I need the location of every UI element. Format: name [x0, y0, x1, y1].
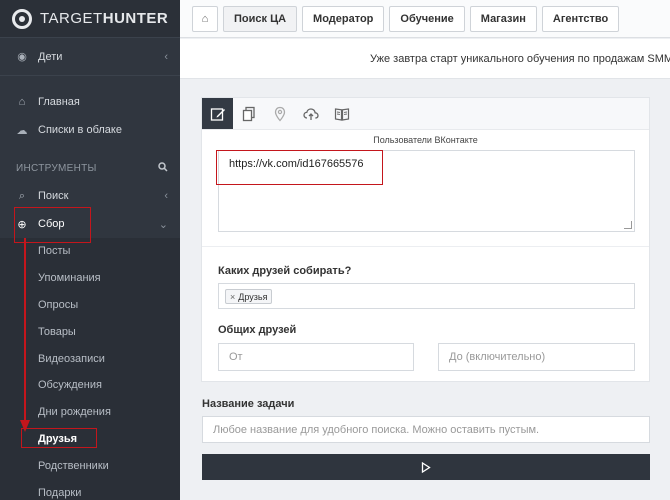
- edit-icon: [210, 107, 225, 121]
- friends-type-select[interactable]: × Друзья: [218, 283, 635, 309]
- top-nav: ⌂ Поиск ЦА Модератор Обучение Магазин Агентс…: [180, 0, 670, 38]
- brand-logo[interactable]: TARGETHUNTER: [0, 0, 180, 38]
- nav-home[interactable]: ⌂ Главная: [0, 88, 180, 116]
- cloud-icon: ☁: [16, 124, 28, 137]
- top-nav-button[interactable]: Поиск ЦА: [223, 5, 298, 32]
- vk-users-textarea[interactable]: https://vk.com/id167665576: [218, 150, 635, 232]
- tab-saved-lists[interactable]: [326, 98, 357, 129]
- chevron-left-icon: ‹: [164, 190, 168, 202]
- project-selector[interactable]: ◉ Дети ‹: [0, 38, 180, 76]
- annotation-arrow: [20, 238, 30, 432]
- zoom-in-icon: ⊕: [17, 218, 27, 231]
- nav-collect[interactable]: ⊕ Сбор ⌄: [0, 210, 180, 238]
- source-tabs: [202, 98, 649, 130]
- tools-section-title: ИНСТРУМЕНТЫ: [0, 154, 180, 182]
- play-icon: [421, 461, 431, 473]
- announcement-banner: Уже завтра старт уникального обучения по…: [180, 39, 670, 79]
- collect-item[interactable]: Подарки: [0, 479, 180, 500]
- cloud-upload-icon: [302, 107, 319, 120]
- task-name-label: Название задачи: [202, 398, 295, 410]
- run-task-button[interactable]: [202, 454, 650, 480]
- brand-name: TARGETHUNTER: [40, 10, 169, 27]
- mutual-to-input[interactable]: [438, 343, 635, 371]
- top-nav-button[interactable]: Обучение: [389, 5, 465, 32]
- nav-collect-label: Сбор: [38, 218, 65, 230]
- home-icon: ⌂: [201, 12, 209, 25]
- vk-users-value: https://vk.com/id167665576: [229, 158, 364, 170]
- search-icon: ⌕: [18, 189, 26, 202]
- friends-tag[interactable]: × Друзья: [225, 289, 273, 304]
- source-caption: Пользователи ВКонтакте: [373, 135, 478, 145]
- remove-tag-icon[interactable]: ×: [230, 292, 235, 302]
- nav-search[interactable]: ⌕ Поиск ‹: [0, 182, 180, 210]
- search-icon[interactable]: [158, 161, 168, 175]
- tab-manual-input[interactable]: [202, 98, 233, 129]
- tab-cloud-upload[interactable]: [295, 98, 326, 129]
- nav-cloud-lists[interactable]: ☁ Списки в облаке: [0, 116, 180, 144]
- location-pin-icon: [274, 106, 285, 121]
- friends-type-label: Каких друзей собирать?: [218, 265, 352, 277]
- section-divider: [202, 246, 649, 247]
- collect-item[interactable]: Родственники: [0, 452, 180, 479]
- top-nav-button[interactable]: Модератор: [302, 5, 385, 32]
- top-nav-button[interactable]: Магазин: [469, 5, 537, 32]
- mutual-friends-label: Общих друзей: [218, 324, 297, 336]
- home-button[interactable]: ⌂: [192, 5, 218, 32]
- friends-tag-label: Друзья: [238, 291, 268, 302]
- collect-friends-panel: Пользователи ВКонтакте https://vk.com/id…: [201, 97, 650, 382]
- nav-cloud-lists-label: Списки в облаке: [38, 124, 122, 136]
- resize-handle-icon[interactable]: [624, 221, 632, 229]
- announcement-text: Уже завтра старт уникального обучения по…: [370, 52, 670, 65]
- home-icon: ⌂: [18, 96, 26, 108]
- nav-home-label: Главная: [38, 96, 80, 108]
- mutual-from-input[interactable]: [218, 343, 414, 371]
- book-icon: [334, 107, 349, 121]
- gauge-icon: ◉: [17, 51, 27, 63]
- tab-geo[interactable]: [264, 98, 295, 129]
- nav-search-label: Поиск: [38, 190, 69, 202]
- top-nav-button[interactable]: Агентство: [541, 5, 620, 32]
- tab-copy-list[interactable]: [233, 98, 264, 129]
- chevron-left-icon: ‹: [164, 50, 168, 63]
- target-logo-icon: [12, 8, 32, 29]
- copy-icon: [242, 106, 255, 121]
- chevron-down-icon: ⌄: [158, 218, 168, 231]
- project-label: Дети: [38, 50, 63, 63]
- task-name-input[interactable]: [202, 416, 650, 443]
- tools-title-text: ИНСТРУМЕНТЫ: [16, 162, 97, 174]
- top-nav-buttons: Поиск ЦА Модератор Обучение Магазин Агентств…: [223, 5, 620, 32]
